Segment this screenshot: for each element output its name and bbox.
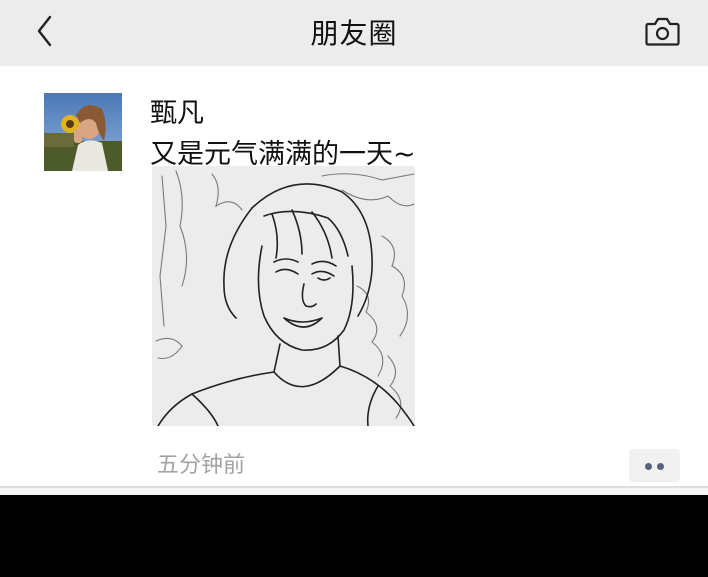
post-image[interactable] [152, 166, 415, 426]
page-title: 朋友圈 [310, 17, 398, 50]
camera-button[interactable] [642, 14, 682, 50]
top-navigation-bar: 朋友圈 [0, 0, 708, 66]
moment-post: 甄凡 又是元气满满的一天~ 五分钟前 [0, 66, 708, 486]
section-gap [0, 488, 708, 495]
more-actions-button[interactable] [629, 449, 680, 482]
post-author-name[interactable]: 甄凡 [150, 91, 204, 130]
post-timestamp: 五分钟前 [157, 453, 246, 478]
camera-icon [645, 17, 680, 46]
bottom-black-area [0, 495, 708, 577]
avatar[interactable] [44, 93, 122, 171]
